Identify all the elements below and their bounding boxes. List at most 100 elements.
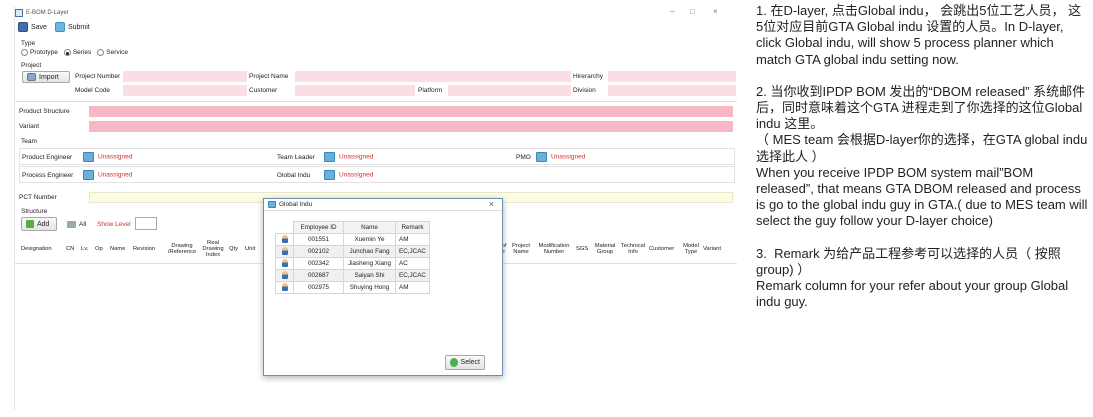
import-button[interactable]: Import <box>22 71 70 83</box>
hierarchy-label: Hirerarchy <box>573 73 603 80</box>
person-icon-cell <box>275 269 294 282</box>
window-title: E-BOM D-Layer <box>26 10 69 16</box>
header-remark[interactable]: Remark <box>395 221 430 234</box>
add-button[interactable]: Add <box>21 217 57 231</box>
project-label: Project <box>21 62 42 69</box>
employee-id: 002975 <box>293 281 344 294</box>
col-op[interactable]: Op <box>95 246 103 252</box>
radio-circle-selected <box>63 49 71 56</box>
model-code-field[interactable] <box>123 85 247 96</box>
radio-service[interactable]: Service <box>97 49 128 56</box>
col-lv[interactable]: Lv. <box>81 246 88 252</box>
variant-field[interactable] <box>89 121 733 132</box>
expand-all-icon <box>67 221 76 228</box>
select-button[interactable]: Select <box>445 355 485 370</box>
dialog-title: Global Indu <box>279 201 313 208</box>
pct-number-label: PCT Number <box>19 194 57 201</box>
divider <box>15 101 737 102</box>
floppy-disk-icon <box>18 22 28 32</box>
radio-circle <box>97 49 105 56</box>
model-code-label: Model Code <box>75 87 111 94</box>
col-cn[interactable]: CN <box>66 246 74 252</box>
person-icon-cell <box>275 257 294 270</box>
division-field[interactable] <box>608 85 736 96</box>
col-qty[interactable]: Qty <box>229 246 238 252</box>
col-unit[interactable]: Unit <box>245 246 255 252</box>
person-icon <box>281 282 288 291</box>
employee-id: 002102 <box>293 245 344 258</box>
customer-label: Customer <box>249 87 278 94</box>
employee-remark: EC,JCAC <box>395 245 430 258</box>
hierarchy-field[interactable] <box>608 71 736 82</box>
note-1: 1. 在D-layer, 点击Global indu， 会跳出5位工艺人员， 这… <box>756 3 1082 67</box>
project-name-field[interactable] <box>295 71 571 82</box>
platform-label: Platform <box>418 87 443 94</box>
team-leader-picker[interactable]: Unassigned <box>324 152 373 162</box>
pmo-picker[interactable]: Unassigned <box>536 152 585 162</box>
person-picker-icon <box>324 170 335 180</box>
submit-button[interactable]: Submit <box>54 22 90 32</box>
header-name[interactable]: Name <box>343 221 396 234</box>
product-structure-field[interactable] <box>89 106 733 117</box>
global-indu-picker[interactable]: Unassigned <box>324 170 373 180</box>
col-material-group[interactable]: Material Group <box>593 243 617 255</box>
table-row[interactable]: 002342 Jiasheng Xiang AC <box>275 257 430 270</box>
show-level-label: Show Level <box>97 221 131 228</box>
team-label: Team <box>21 138 37 145</box>
col-technical-info[interactable]: Technical Info <box>619 243 647 255</box>
col-customer[interactable]: Customer <box>649 246 674 252</box>
col-project-name[interactable]: Project Name <box>510 243 532 255</box>
person-picker-icon <box>536 152 547 162</box>
employee-name: Saiyan Shi <box>343 269 396 282</box>
save-button[interactable]: Save <box>18 22 47 32</box>
all-toggle[interactable]: All <box>67 221 86 228</box>
app-window: E-BOM D-Layer – □ × Save Submit Type Pro… <box>14 6 737 410</box>
product-engineer-picker[interactable]: Unassigned <box>83 152 132 162</box>
team-row-1: Product Engineer Unassigned Team Leader … <box>19 148 735 165</box>
dialog-title-bar: Global Indu × <box>264 199 502 211</box>
radio-circle <box>21 49 28 56</box>
platform-field[interactable] <box>448 85 571 96</box>
header-spacer <box>275 221 294 234</box>
process-engineer-picker[interactable]: Unassigned <box>83 170 132 180</box>
person-icon-cell <box>275 245 294 258</box>
radio-prototype[interactable]: Prototype <box>21 49 58 56</box>
person-picker-icon <box>83 152 94 162</box>
add-icon <box>26 220 34 228</box>
minimize-button[interactable]: – <box>670 7 674 16</box>
radio-series[interactable]: Series <box>63 49 91 56</box>
col-drawing-reference[interactable]: Drawing /Reference <box>167 243 197 255</box>
employee-name: Shuying Hong <box>343 281 396 294</box>
table-header-row: Employee ID Name Remark <box>275 221 430 234</box>
customer-field[interactable] <box>295 85 415 96</box>
dialog-close-button[interactable]: × <box>489 199 494 209</box>
table-row[interactable]: 002102 Junchao Fang EC,JCAC <box>275 245 430 258</box>
project-row-2: Model Code Customer Platform Division <box>20 85 737 97</box>
table-row[interactable]: 002975 Shuying Hong AM <box>275 281 430 294</box>
close-button[interactable]: × <box>713 7 718 16</box>
col-variant[interactable]: Variant <box>703 246 721 252</box>
employee-table: Employee ID Name Remark 001551 Xuemin Ye… <box>275 221 430 294</box>
col-name[interactable]: Name <box>110 246 125 252</box>
employee-id: 001551 <box>293 233 344 246</box>
col-revision[interactable]: Revision <box>133 246 155 252</box>
col-designation[interactable]: Designation <box>21 246 52 252</box>
project-number-field[interactable] <box>123 71 247 82</box>
table-row[interactable]: 001551 Xuemin Ye AM <box>275 233 430 246</box>
maximize-button[interactable]: □ <box>690 7 695 16</box>
submit-arrow-icon <box>54 22 65 32</box>
employee-id: 002687 <box>293 269 344 282</box>
table-row[interactable]: 002687 Saiyan Shi EC,JCAC <box>275 269 430 282</box>
col-real-drawing-index[interactable]: Real Drawing Index <box>201 240 225 258</box>
col-modification-number[interactable]: Modification Number <box>535 243 573 255</box>
employee-name: Junchao Fang <box>343 245 396 258</box>
col-sgs[interactable]: SGS <box>576 246 588 252</box>
global-indu-dialog: Global Indu × Employee ID Name Remark 00… <box>263 198 503 376</box>
header-employee-id[interactable]: Employee ID <box>293 221 344 234</box>
person-picker-icon <box>324 152 335 162</box>
project-row-1: Import Project Number Project Name Hirer… <box>20 71 737 83</box>
col-model-type[interactable]: Model Type <box>683 243 699 255</box>
show-level-input[interactable] <box>135 217 157 230</box>
product-engineer-label: Product Engineer <box>22 154 73 161</box>
type-label: Type <box>21 40 36 47</box>
